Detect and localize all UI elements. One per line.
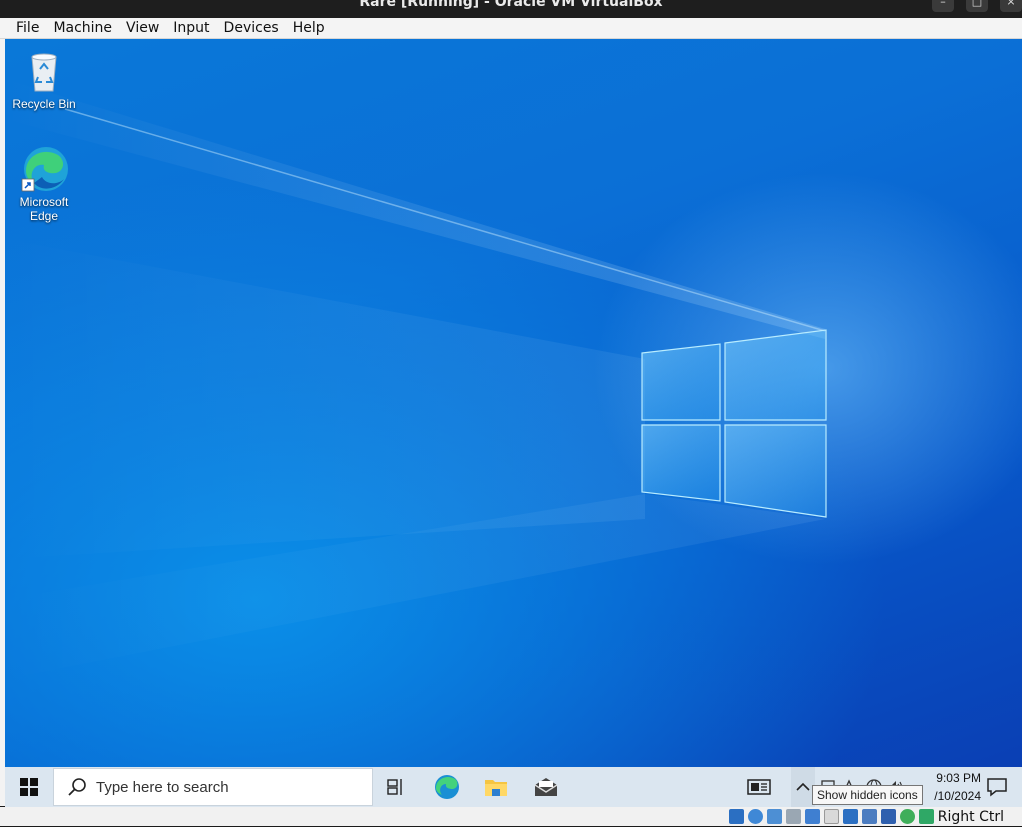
host-window-title: Rare [Running] - Oracle VM VirtualBox (359, 0, 663, 10)
vb-statusbar: Right Ctrl (0, 807, 1022, 826)
menu-help[interactable]: Help (286, 18, 332, 39)
menu-devices[interactable]: Devices (217, 18, 286, 39)
edge-icon (435, 775, 459, 799)
maximize-icon[interactable]: □ (966, 0, 988, 12)
desktop-icon-recycle-bin[interactable]: Recycle Bin (6, 47, 82, 111)
taskbar-file-explorer-button[interactable] (472, 767, 520, 807)
tooltip-show-hidden-icons: Show hidden icons (812, 785, 923, 805)
desktop-icon-label: Recycle Bin (12, 97, 76, 111)
taskbar-mail-button[interactable] (522, 767, 570, 807)
network-icon[interactable] (786, 809, 801, 824)
cpu-icon[interactable] (881, 809, 896, 824)
minimize-icon[interactable]: – (932, 0, 954, 12)
task-view-icon (387, 779, 402, 795)
menu-machine[interactable]: Machine (46, 18, 119, 39)
taskbar-search[interactable] (53, 768, 373, 806)
news-button[interactable] (735, 767, 783, 807)
chevron-up-icon (796, 782, 810, 791)
host-key-label: Right Ctrl (937, 809, 1004, 825)
news-icon (747, 779, 771, 795)
desktop-icon-label: Microsoft Edge (19, 195, 69, 223)
file-explorer-icon (485, 780, 507, 796)
hdd-icon[interactable] (729, 809, 744, 824)
keyboard-icon[interactable] (919, 809, 934, 824)
usb-icon[interactable] (805, 809, 820, 824)
search-input[interactable] (96, 778, 356, 796)
host-titlebar: Rare [Running] - Oracle VM VirtualBox – … (0, 0, 1022, 18)
recycle-bin-icon (20, 47, 68, 95)
menu-file[interactable]: File (9, 18, 46, 39)
edge-icon (20, 145, 68, 193)
menu-view[interactable]: View (119, 18, 166, 39)
vb-menubar: File Machine View Input Devices Help (0, 18, 1022, 39)
mouse-integration-icon[interactable] (900, 809, 915, 824)
recording-icon[interactable] (862, 809, 877, 824)
guest-desktop[interactable]: Recycle Bin Microsoft Edge (5, 39, 1022, 767)
audio-icon[interactable] (767, 809, 782, 824)
notification-icon[interactable] (985, 775, 1009, 799)
taskbar-edge-button[interactable] (423, 767, 471, 807)
task-view-button[interactable] (373, 767, 421, 807)
optical-icon[interactable] (748, 809, 763, 824)
menu-input[interactable]: Input (166, 18, 216, 39)
windows-logo-icon (20, 778, 38, 796)
display-icon[interactable] (843, 809, 858, 824)
start-button[interactable] (5, 767, 53, 807)
desktop-icon-microsoft-edge[interactable]: Microsoft Edge (6, 145, 82, 223)
wallpaper-light-beams (5, 79, 827, 679)
mail-icon (534, 778, 558, 796)
search-icon (68, 778, 86, 796)
shared-folder-icon[interactable] (824, 809, 839, 824)
close-icon[interactable]: × (1000, 0, 1022, 12)
